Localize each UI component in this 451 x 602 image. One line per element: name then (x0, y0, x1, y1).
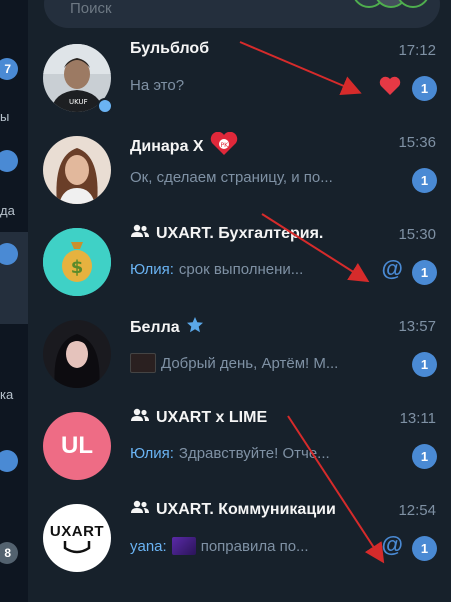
group-icon (130, 408, 150, 427)
avatar: UXART (43, 504, 111, 572)
chat-preview: срок выполнени... (178, 261, 304, 278)
unread-badge: 1 (412, 76, 437, 101)
unread-badge: 1 (412, 536, 437, 561)
chat-list-item[interactable]: UXART UXART. Коммуникации 12:54 yana: по… (28, 488, 451, 580)
heart-badge-icon: PK (210, 131, 238, 161)
uxart-logo: UXART (49, 522, 105, 540)
avatar: UL (43, 412, 111, 480)
folder-label[interactable]: ка (0, 387, 13, 402)
chat-list-item[interactable]: Белла 13:57 Добрый день, Артём! М... 1 (28, 304, 451, 396)
chat-name: UXART. Коммуникации (156, 500, 336, 518)
chat-preview: поправила по... (200, 537, 309, 555)
message-sender: yana: (130, 537, 167, 555)
unread-badge: 1 (412, 352, 437, 377)
unread-badge: 1 (412, 168, 437, 193)
chat-time: 13:57 (398, 318, 436, 335)
chat-list-item[interactable]: $ UXART. Бухгалтерия. 15:30 Юлия: срок вы… (28, 212, 451, 304)
logo-mark-icon (63, 540, 91, 553)
chat-preview: Добрый день, Артём! М... (161, 354, 339, 372)
chat-preview: Здравствуйте! Отче... (178, 445, 330, 462)
unread-badge: 1 (412, 260, 437, 285)
svg-text:PK: PK (220, 142, 229, 149)
message-sender: Юлия: (130, 445, 174, 462)
search-input[interactable]: Поиск (70, 0, 112, 17)
folder-unread-badge[interactable]: 7 (0, 58, 18, 80)
chat-list-item[interactable]: UKUF Бульблоб 17:12 На это? 1 (28, 28, 451, 120)
avatar (43, 136, 111, 204)
folder-label[interactable]: да (0, 203, 15, 218)
search-bar[interactable]: Поиск (44, 0, 440, 28)
folder-rail: 7 ы да ка 8 (0, 0, 28, 602)
chat-name: UXART. Бухгалтерия. (156, 224, 324, 242)
chat-list-item[interactable]: UL UXART x LIME 13:11 Юлия: Здравствуйте!… (28, 396, 451, 488)
mention-icon: @ (381, 256, 403, 281)
avatar-initials: UL (61, 432, 93, 459)
mention-icon: @ (381, 532, 403, 557)
media-thumbnail (130, 353, 156, 373)
folder-unread-badge[interactable] (0, 450, 18, 472)
heart-reaction-icon (379, 76, 401, 101)
chat-time: 13:11 (399, 410, 436, 427)
chat-time: 17:12 (398, 42, 436, 59)
avatar: $ (43, 228, 111, 296)
chat-name: Бульблоб (130, 40, 210, 57)
folder-unread-badge[interactable] (0, 150, 18, 172)
chat-name: Динара Х (130, 137, 204, 155)
media-thumbnail (171, 537, 196, 555)
online-indicator (97, 98, 113, 114)
chat-name: UXART x LIME (156, 408, 268, 426)
message-sender: Юлия: (130, 261, 174, 278)
chat-time: 12:54 (398, 502, 436, 519)
unread-badge: 1 (412, 444, 437, 469)
chat-list-item[interactable]: Динара Х PK 15:36 Ок, сделаем страницу, … (28, 120, 451, 212)
avatar (43, 320, 111, 388)
chat-preview: На это? (130, 77, 185, 94)
folder-label[interactable]: ы (0, 109, 9, 124)
chat-name: Белла (130, 318, 180, 336)
chat-time: 15:30 (398, 226, 436, 243)
group-icon (130, 500, 150, 519)
star-icon (186, 316, 204, 339)
story-avatar[interactable] (396, 0, 430, 8)
stories-strip[interactable] (344, 0, 434, 20)
svg-text:UKUF: UKUF (69, 98, 88, 106)
chat-preview: Ок, сделаем страницу, и по... (130, 169, 333, 186)
group-icon (130, 224, 150, 243)
chat-time: 15:36 (398, 134, 436, 151)
folder-unread-badge[interactable]: 8 (0, 542, 18, 564)
money-bag-icon: $ (71, 257, 84, 278)
